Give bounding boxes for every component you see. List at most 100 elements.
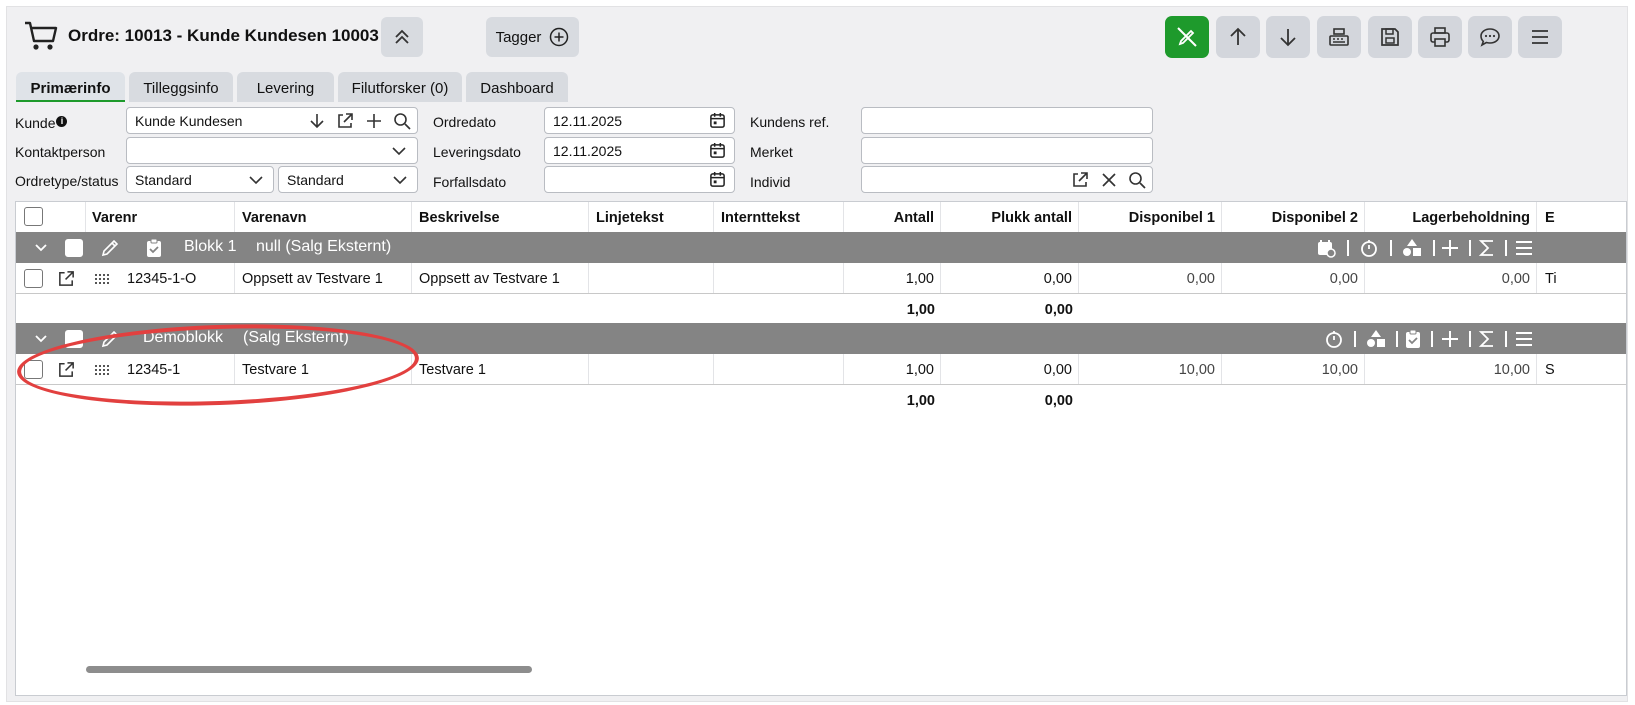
top-bar: Ordre: 10013 - Kunde Kundesen 10003 Tagg…	[7, 7, 1627, 69]
cell-varenavn: Testvare 1	[235, 354, 412, 384]
block-checkbox[interactable]	[65, 239, 83, 257]
pencil-icon[interactable]	[100, 329, 120, 349]
cell-beskrivelse: Testvare 1	[412, 354, 589, 384]
menu-icon[interactable]	[1514, 329, 1534, 349]
shapes-icon[interactable]	[1365, 329, 1387, 349]
row-checkbox[interactable]	[24, 360, 43, 379]
print-icon	[1430, 27, 1450, 47]
select-all-checkbox[interactable]	[24, 207, 43, 226]
ordredato-field[interactable]: 12.11.2025	[544, 107, 735, 134]
collapse-header-button[interactable]	[381, 17, 423, 57]
add-tag-button[interactable]: Tagger	[486, 17, 579, 57]
sum-icon[interactable]	[1478, 329, 1496, 349]
clipboard-check-icon[interactable]	[1404, 329, 1422, 349]
menu-icon	[1532, 30, 1548, 44]
header-linjetekst[interactable]: Linjetekst	[589, 202, 714, 233]
save-button[interactable]	[1368, 16, 1412, 58]
header-antall[interactable]: Antall	[844, 202, 941, 233]
calendar-icon[interactable]	[709, 171, 726, 188]
tab-filutforsker[interactable]: Filutforsker (0)	[338, 72, 462, 102]
plus-icon[interactable]	[364, 111, 384, 131]
table-row[interactable]: 12345-1-O Oppsett av Testvare 1 Oppsett …	[16, 263, 1626, 294]
forfallsdato-label: Forfallsdato	[433, 174, 507, 190]
external-link-icon[interactable]	[335, 111, 355, 131]
header-internttekst[interactable]: Internttekst	[714, 202, 844, 233]
header-disponibel-2[interactable]: Disponibel 2	[1222, 202, 1365, 233]
chevron-down-icon	[393, 176, 407, 185]
external-link-icon[interactable]	[57, 360, 76, 379]
plus-icon[interactable]	[1440, 329, 1460, 349]
table-row[interactable]: 12345-1 Testvare 1 Testvare 1 1,00 0,00 …	[16, 354, 1626, 385]
individ-field[interactable]	[861, 166, 1153, 193]
merket-input[interactable]	[861, 137, 1153, 164]
chevron-down-icon[interactable]	[34, 333, 48, 345]
leveringsdato-field[interactable]: 12.11.2025	[544, 137, 735, 164]
print-button[interactable]	[1418, 16, 1462, 58]
arrow-down-icon[interactable]	[307, 111, 327, 131]
move-up-button[interactable]	[1216, 16, 1260, 58]
timer-icon[interactable]	[1359, 238, 1379, 258]
arrow-up-icon	[1230, 27, 1246, 45]
timer-icon[interactable]	[1324, 329, 1344, 349]
sum-icon[interactable]	[1478, 238, 1496, 258]
drag-handle-icon[interactable]	[95, 365, 109, 375]
clipboard-check-icon[interactable]	[145, 238, 163, 258]
kontaktperson-label: Kontaktperson	[15, 144, 106, 160]
header-e[interactable]: E	[1537, 202, 1628, 233]
comment-button[interactable]	[1468, 16, 1512, 58]
cash-register-button[interactable]	[1317, 16, 1361, 58]
header-varenr[interactable]: Varenr	[86, 202, 235, 233]
cell-lagerbeholdning: 10,00	[1365, 354, 1537, 384]
cell-disponibel-2: 10,00	[1222, 354, 1365, 384]
block-checkbox[interactable]	[65, 330, 83, 348]
plus-icon[interactable]	[1440, 238, 1460, 258]
cell-lagerbeholdning: 0,00	[1365, 263, 1537, 293]
grid-header: Varenr Varenavn Beskrivelse Linjetekst I…	[16, 202, 1626, 233]
move-down-button[interactable]	[1266, 16, 1310, 58]
forfallsdato-field[interactable]	[544, 166, 735, 193]
ordretype-select[interactable]: Standard	[126, 166, 274, 193]
kundens-ref-label: Kundens ref.	[750, 114, 830, 130]
tab-primaerinfo[interactable]: Primærinfo	[16, 72, 125, 102]
search-icon[interactable]	[392, 111, 412, 131]
ordredato-label: Ordredato	[433, 114, 497, 130]
search-icon[interactable]	[1127, 170, 1147, 190]
external-link-icon[interactable]	[57, 269, 76, 288]
tab-dashboard[interactable]: Dashboard	[466, 72, 568, 102]
status-select[interactable]: Standard	[278, 166, 418, 193]
chevron-down-icon[interactable]	[34, 242, 48, 254]
close-icon[interactable]	[1099, 170, 1119, 190]
external-link-icon[interactable]	[1070, 170, 1090, 190]
kunde-field[interactable]: Kunde Kundesen	[126, 107, 418, 134]
header-varenavn[interactable]: Varenavn	[235, 202, 412, 233]
order-window: Ordre: 10013 - Kunde Kundesen 10003 Tagg…	[6, 6, 1628, 702]
separator	[1354, 331, 1356, 347]
no-edit-button[interactable]	[1165, 16, 1209, 58]
ordredato-value: 12.11.2025	[553, 113, 623, 129]
row-checkbox[interactable]	[24, 269, 43, 288]
block-name: Demoblokk	[143, 329, 224, 346]
header-lagerbeholdning[interactable]: Lagerbeholdning	[1365, 202, 1537, 233]
cell-varenr: 12345-1-O	[120, 263, 235, 293]
tab-tilleggsinfo[interactable]: Tilleggsinfo	[129, 72, 233, 102]
header-disponibel-1[interactable]: Disponibel 1	[1079, 202, 1222, 233]
calendar-icon[interactable]	[709, 142, 726, 159]
header-plukk-antall[interactable]: Plukk antall	[941, 202, 1079, 233]
menu-icon[interactable]	[1514, 238, 1534, 258]
cell-varenr: 12345-1	[120, 354, 235, 384]
separator	[1469, 331, 1471, 347]
horizontal-scrollbar[interactable]	[86, 666, 532, 673]
tab-levering[interactable]: Levering	[237, 72, 334, 102]
sum-antall: 1,00	[906, 393, 935, 409]
kundens-ref-input[interactable]	[861, 107, 1153, 134]
main-menu-button[interactable]	[1518, 16, 1562, 58]
sum-plukk-antall: 0,00	[1044, 393, 1073, 409]
drag-handle-icon[interactable]	[95, 274, 109, 284]
pencil-icon[interactable]	[100, 238, 120, 258]
calendar-icon[interactable]	[709, 112, 726, 129]
kontaktperson-select[interactable]	[126, 137, 418, 164]
ordretype-label: Ordretype/status	[15, 173, 119, 189]
shapes-icon[interactable]	[1401, 238, 1423, 258]
header-beskrivelse[interactable]: Beskrivelse	[412, 202, 589, 233]
calendar-clock-icon[interactable]	[1316, 238, 1336, 258]
